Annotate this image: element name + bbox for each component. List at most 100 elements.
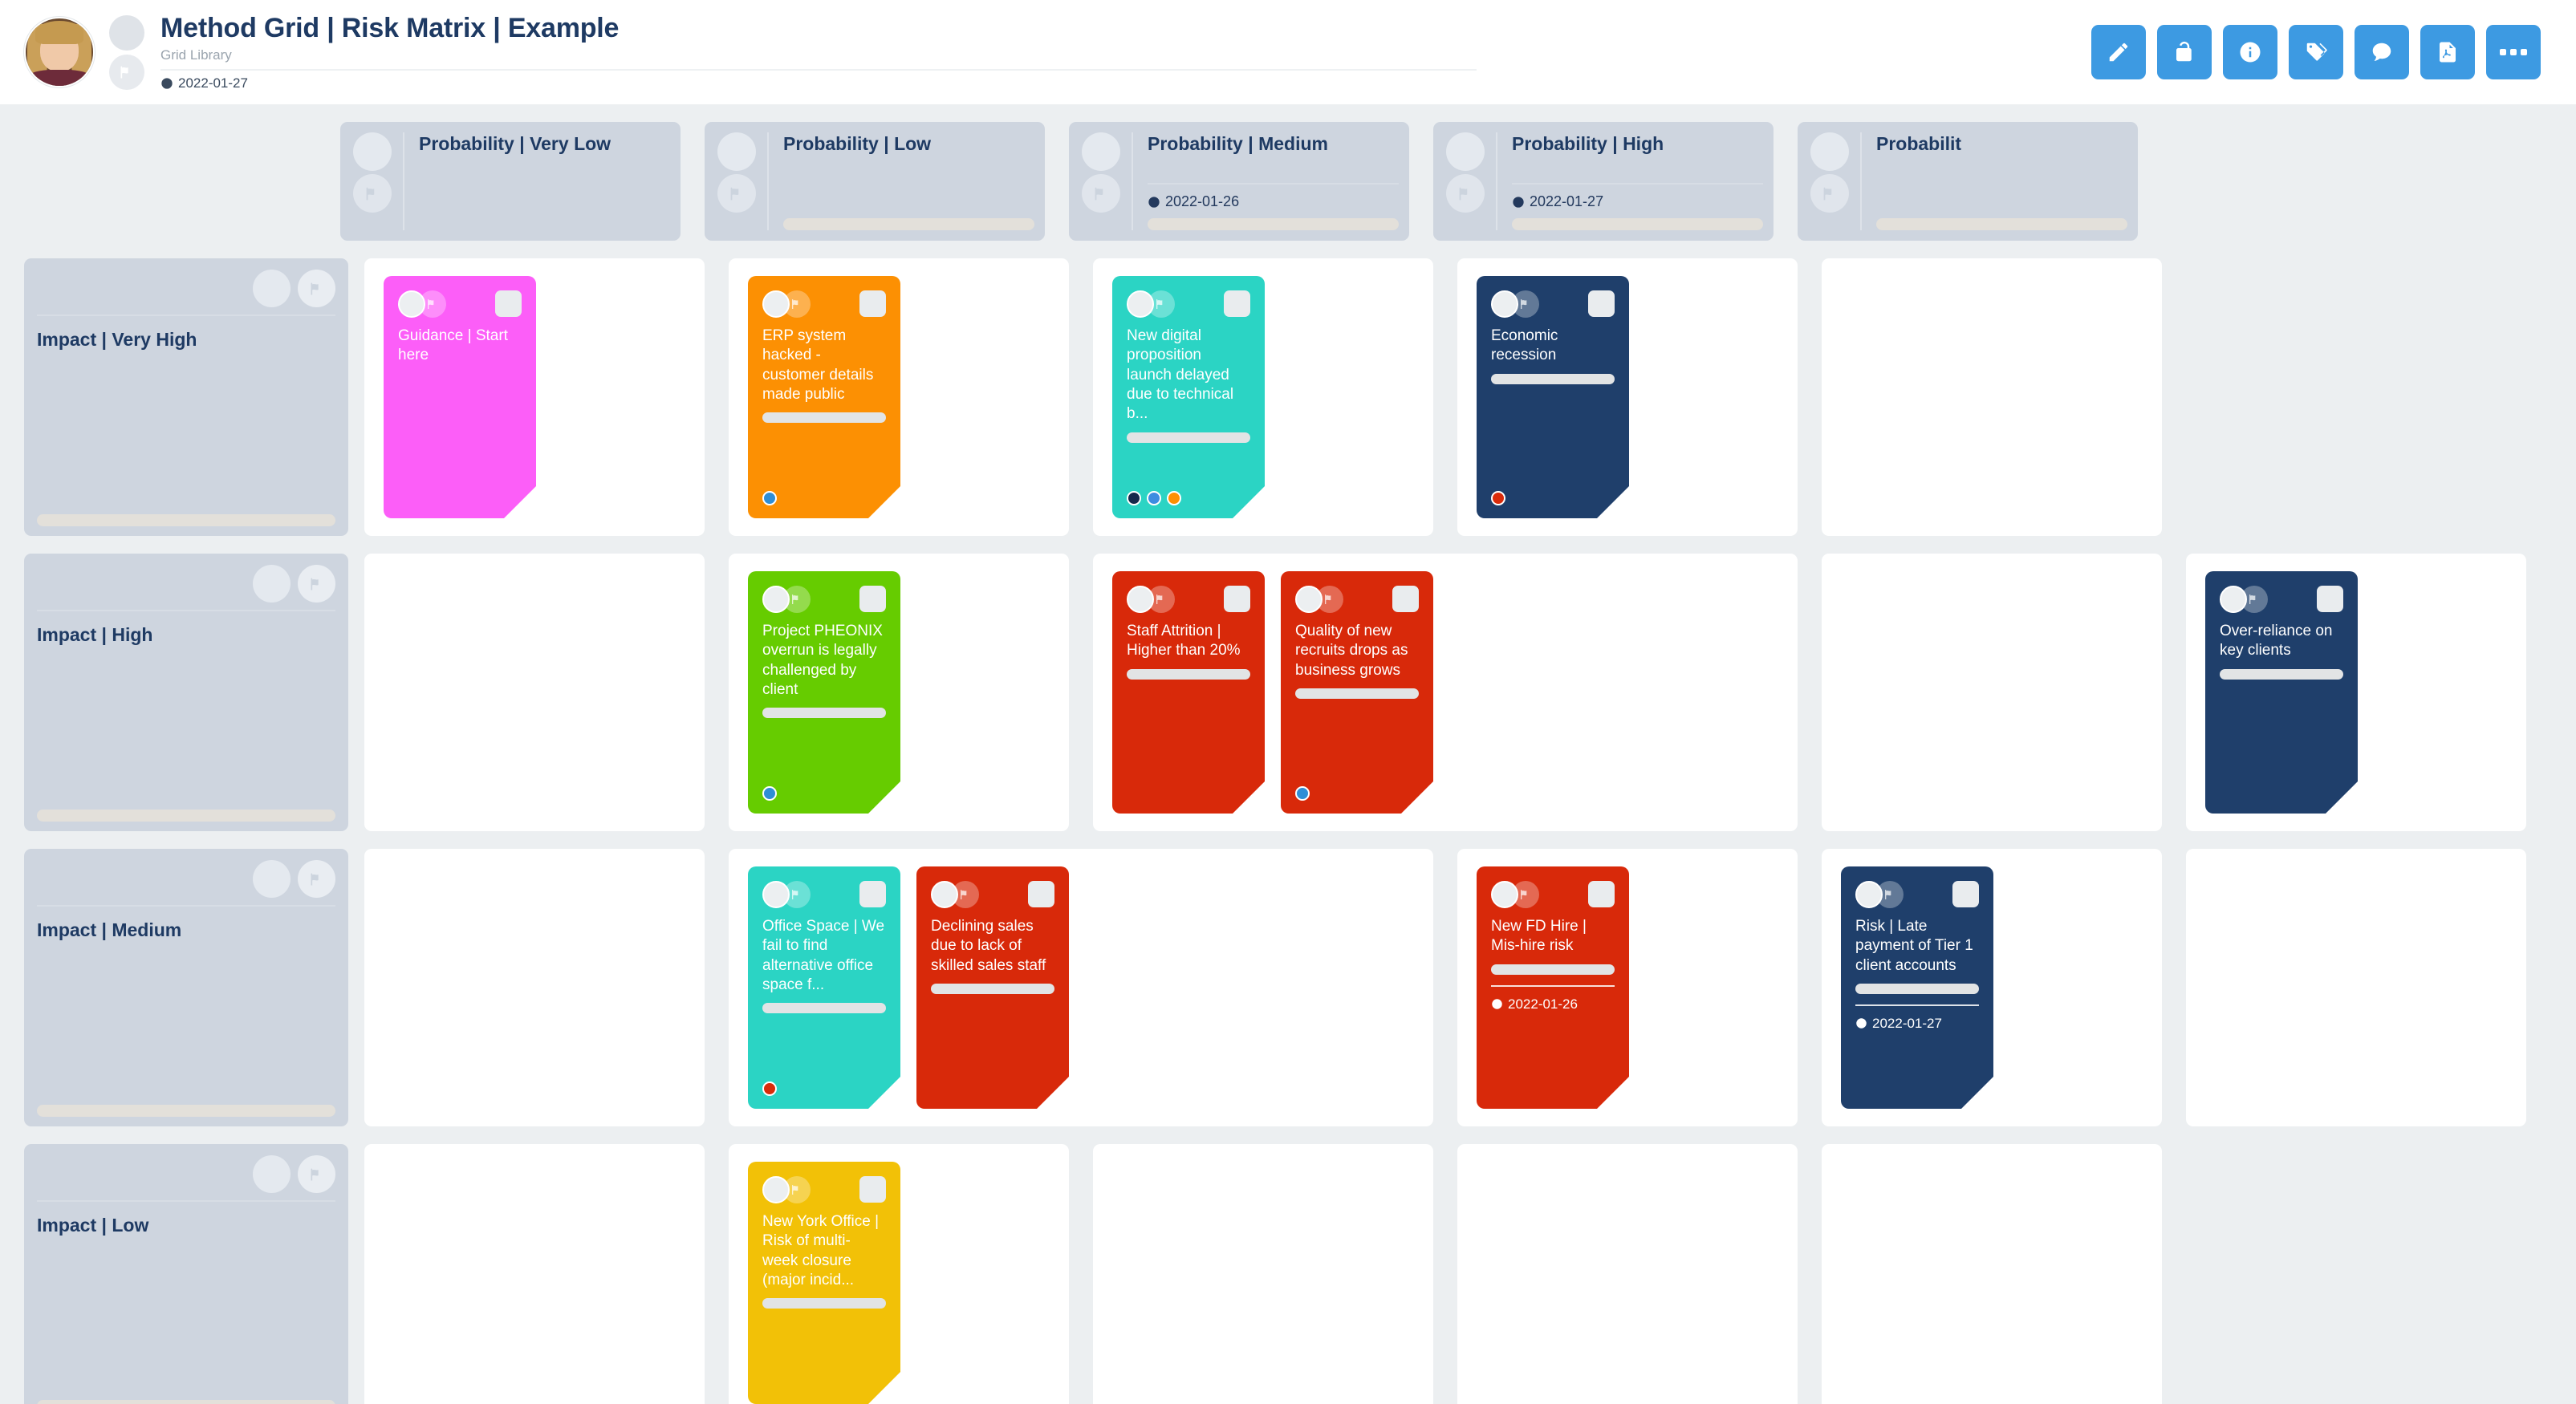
member-avatar-icon[interactable] — [1295, 586, 1323, 613]
flag-icon[interactable] — [1446, 174, 1485, 213]
tags-button[interactable] — [2289, 25, 2343, 79]
grid-cell-r1-c5[interactable] — [1822, 258, 2162, 536]
card-checkbox[interactable] — [1392, 586, 1419, 612]
risk-card[interactable]: Over-reliance on key clients — [2205, 571, 2359, 814]
card-checkbox[interactable] — [495, 290, 522, 317]
unlock-button[interactable] — [2157, 25, 2212, 79]
risk-card[interactable]: Risk | Late payment of Tier 1 client acc… — [1841, 866, 1994, 1110]
comments-button[interactable] — [2355, 25, 2409, 79]
risk-card[interactable]: ERP system hacked - customer details mad… — [748, 276, 901, 519]
risk-card[interactable]: Project PHEONIX overrun is legally chall… — [748, 571, 901, 814]
grid-cell-r2-c4[interactable] — [1822, 554, 2162, 831]
risk-card[interactable]: New digital proposition launch delayed d… — [1112, 276, 1266, 519]
card-checkbox[interactable] — [859, 586, 886, 612]
column-header-5[interactable]: Probabilit — [1798, 122, 2138, 241]
flag-icon[interactable] — [298, 1155, 335, 1193]
flag-icon[interactable] — [1810, 174, 1849, 213]
flag-icon[interactable] — [298, 565, 335, 603]
column-header-4[interactable]: Probability | High 2022-01-27 — [1433, 122, 1774, 241]
flag-icon[interactable] — [717, 174, 756, 213]
flag-icon[interactable] — [298, 860, 335, 898]
member-avatar-icon[interactable] — [253, 1155, 291, 1193]
row-header-1[interactable]: Impact | Very High — [24, 258, 348, 536]
card-date: 2022-01-27 — [1855, 1016, 1979, 1032]
card-progress-bar — [1127, 432, 1250, 443]
grid-cell-r3-c4[interactable]: Risk | Late payment of Tier 1 client acc… — [1822, 849, 2162, 1126]
card-checkbox[interactable] — [1028, 881, 1054, 907]
row-header-2[interactable]: Impact | High — [24, 554, 348, 831]
risk-card[interactable]: Quality of new recruits drops as busines… — [1281, 571, 1434, 814]
member-avatar-icon[interactable] — [762, 1176, 790, 1203]
risk-card[interactable]: Staff Attrition | Higher than 20% — [1112, 571, 1266, 814]
grid-cell-r2-c3[interactable]: Staff Attrition | Higher than 20% Quality… — [1093, 554, 1798, 831]
risk-card[interactable]: Economic recession — [1477, 276, 1630, 519]
card-checkbox[interactable] — [1224, 290, 1250, 317]
member-avatar-icon[interactable] — [353, 132, 392, 171]
grid-cell-r1-c3[interactable]: New digital proposition launch delayed d… — [1093, 258, 1433, 536]
column-header-3[interactable]: Probability | Medium 2022-01-26 — [1069, 122, 1409, 241]
grid-cell-r3-c5[interactable] — [2186, 849, 2526, 1126]
flag-icon[interactable] — [109, 54, 144, 90]
card-checkbox[interactable] — [1224, 586, 1250, 612]
member-avatar-icon[interactable] — [1491, 881, 1518, 908]
grid-cell-r3-c2[interactable]: Office Space | We fail to find alternati… — [729, 849, 1433, 1126]
row-header-3[interactable]: Impact | Medium — [24, 849, 348, 1126]
member-avatar-icon[interactable] — [762, 881, 790, 908]
grid-cell-r1-c2[interactable]: ERP system hacked - customer details mad… — [729, 258, 1069, 536]
grid-cell-r1-c4[interactable]: Economic recession — [1457, 258, 1798, 536]
member-avatar-icon[interactable] — [1082, 132, 1120, 171]
card-checkbox[interactable] — [859, 290, 886, 317]
grid-cell-r3-c3[interactable]: New FD Hire | Mis-hire risk 2022-01-26 — [1457, 849, 1798, 1126]
column-header-2[interactable]: Probability | Low — [705, 122, 1045, 241]
card-badges — [1491, 881, 1539, 908]
flag-icon[interactable] — [1082, 174, 1120, 213]
card-checkbox[interactable] — [1588, 290, 1615, 317]
member-avatar-icon[interactable] — [1810, 132, 1849, 171]
member-avatar-icon[interactable] — [1127, 586, 1154, 613]
member-avatar-icon[interactable] — [1446, 132, 1485, 171]
risk-card[interactable]: Guidance | Start here — [384, 276, 537, 519]
member-avatar-icon[interactable] — [2220, 586, 2247, 613]
grid-cell-r2-c2[interactable]: Project PHEONIX overrun is legally chall… — [729, 554, 1069, 831]
card-checkbox[interactable] — [2317, 586, 2343, 612]
card-checkbox[interactable] — [859, 881, 886, 907]
card-checkbox[interactable] — [1588, 881, 1615, 907]
member-avatar-icon[interactable] — [762, 290, 790, 318]
member-avatar-icon[interactable] — [762, 586, 790, 613]
user-avatar-photo[interactable] — [24, 17, 95, 87]
grid-cell-r4-c4[interactable] — [1457, 1144, 1798, 1404]
more-options-button[interactable] — [2486, 25, 2541, 79]
info-button[interactable] — [2223, 25, 2277, 79]
edit-pencil-button[interactable] — [2091, 25, 2146, 79]
grid-cell-r2-c1[interactable] — [364, 554, 705, 831]
member-avatar-icon[interactable] — [1491, 290, 1518, 318]
risk-card[interactable]: Declining sales due to lack of skilled s… — [916, 866, 1070, 1110]
grid-cell-r4-c3[interactable] — [1093, 1144, 1433, 1404]
risk-card[interactable]: New FD Hire | Mis-hire risk 2022-01-26 — [1477, 866, 1630, 1110]
member-avatar-icon[interactable] — [1855, 881, 1883, 908]
member-avatar-icon[interactable] — [109, 14, 144, 51]
flag-icon[interactable] — [298, 270, 335, 307]
column-header-1[interactable]: Probability | Very Low — [340, 122, 681, 241]
grid-cell-r4-c1[interactable] — [364, 1144, 705, 1404]
pdf-export-button[interactable] — [2420, 25, 2475, 79]
card-checkbox[interactable] — [1952, 881, 1979, 907]
member-avatar-icon[interactable] — [253, 860, 291, 898]
card-checkbox[interactable] — [859, 1176, 886, 1203]
grid-cell-r2-c5[interactable]: Over-reliance on key clients — [2186, 554, 2526, 831]
risk-card[interactable]: New York Office | Risk of multi-week clo… — [748, 1162, 901, 1404]
row-header-4[interactable]: Impact | Low — [24, 1144, 348, 1404]
flag-icon[interactable] — [353, 174, 392, 213]
grid-cell-r4-c5[interactable] — [1822, 1144, 2162, 1404]
grid-cell-r4-c2[interactable]: New York Office | Risk of multi-week clo… — [729, 1144, 1069, 1404]
grid-cell-r1-c1[interactable]: Guidance | Start here — [364, 258, 705, 536]
risk-card[interactable]: Office Space | We fail to find alternati… — [748, 866, 901, 1110]
risk-matrix-grid-area[interactable]: Probability | Very Low Probability | Low P… — [0, 104, 2576, 1404]
member-avatar-icon[interactable] — [717, 132, 756, 171]
member-avatar-icon[interactable] — [398, 290, 425, 318]
grid-cell-r3-c1[interactable] — [364, 849, 705, 1126]
member-avatar-icon[interactable] — [253, 565, 291, 603]
member-avatar-icon[interactable] — [931, 881, 958, 908]
member-avatar-icon[interactable] — [1127, 290, 1154, 318]
member-avatar-icon[interactable] — [253, 270, 291, 307]
